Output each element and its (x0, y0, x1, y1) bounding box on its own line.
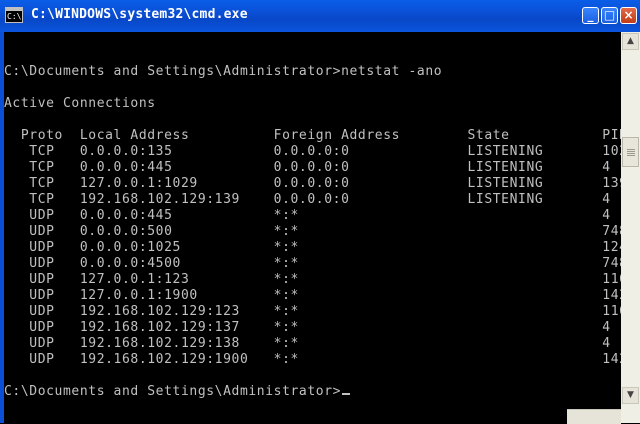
maximize-icon: □ (603, 8, 616, 22)
connections-heading: Active Connections (4, 96, 156, 111)
scrollbar-thumb[interactable] (622, 137, 639, 167)
close-button[interactable]: × (620, 7, 637, 24)
table-row: TCP 127.0.0.1:1029 0.0.0.0:0 LISTENING 1… (4, 176, 621, 191)
table-row: UDP 127.0.0.1:123 *:* 1168 (4, 272, 621, 287)
table-row: TCP 0.0.0.0:135 0.0.0.0:0 LISTENING 1028 (4, 144, 621, 159)
scroll-down-button[interactable]: ▼ (622, 387, 639, 404)
table-row: UDP 0.0.0.0:4500 *:* 748 (4, 256, 621, 271)
window-title: C:\WINDOWS\system32\cmd.exe (31, 7, 248, 22)
table-row: UDP 192.168.102.129:1900 *:* 1420 (4, 352, 621, 367)
cmd-app-icon[interactable]: C:\ (5, 7, 23, 23)
console-output[interactable]: C:\Documents and Settings\Administrator>… (4, 32, 621, 423)
text-cursor (342, 393, 351, 395)
table-row: UDP 0.0.0.0:445 *:* 4 (4, 208, 611, 223)
maximize-button[interactable]: □ (601, 7, 618, 24)
table-row: TCP 0.0.0.0:445 0.0.0.0:0 LISTENING 4 (4, 160, 611, 175)
horizontal-scrollbar[interactable] (567, 409, 621, 424)
table-row: UDP 192.168.102.129:138 *:* 4 (4, 336, 611, 351)
app-icon-text: C:\ (7, 12, 22, 21)
title-bar[interactable]: C:\ C:\WINDOWS\system32\cmd.exe _ □ × (0, 0, 640, 32)
command-line: C:\Documents and Settings\Administrator>… (4, 64, 443, 79)
table-header: Proto Local Address Foreign Address Stat… (4, 128, 621, 143)
minimize-icon: _ (587, 8, 594, 22)
prompt-line: C:\Documents and Settings\Administrator> (4, 384, 621, 400)
down-arrow-icon: ▼ (627, 390, 634, 400)
table-row: TCP 192.168.102.129:139 0.0.0.0:0 LISTEN… (4, 192, 611, 207)
table-row: UDP 0.0.0.0:1025 *:* 1240 (4, 240, 621, 255)
table-row: UDP 127.0.0.1:1900 *:* 1420 (4, 288, 621, 303)
minimize-button[interactable]: _ (582, 7, 599, 24)
console-text: C:\Documents and Settings\Administrator>… (4, 32, 621, 400)
table-row: UDP 192.168.102.129:137 *:* 4 (4, 320, 611, 335)
up-arrow-icon: ▲ (627, 36, 634, 46)
table-row: UDP 192.168.102.129:123 *:* 1168 (4, 304, 621, 319)
table-row: UDP 0.0.0.0:500 *:* 748 (4, 224, 621, 239)
close-icon: × (623, 8, 634, 22)
vertical-scrollbar[interactable]: ▲ ▼ (621, 32, 640, 423)
scroll-up-button[interactable]: ▲ (622, 33, 639, 50)
